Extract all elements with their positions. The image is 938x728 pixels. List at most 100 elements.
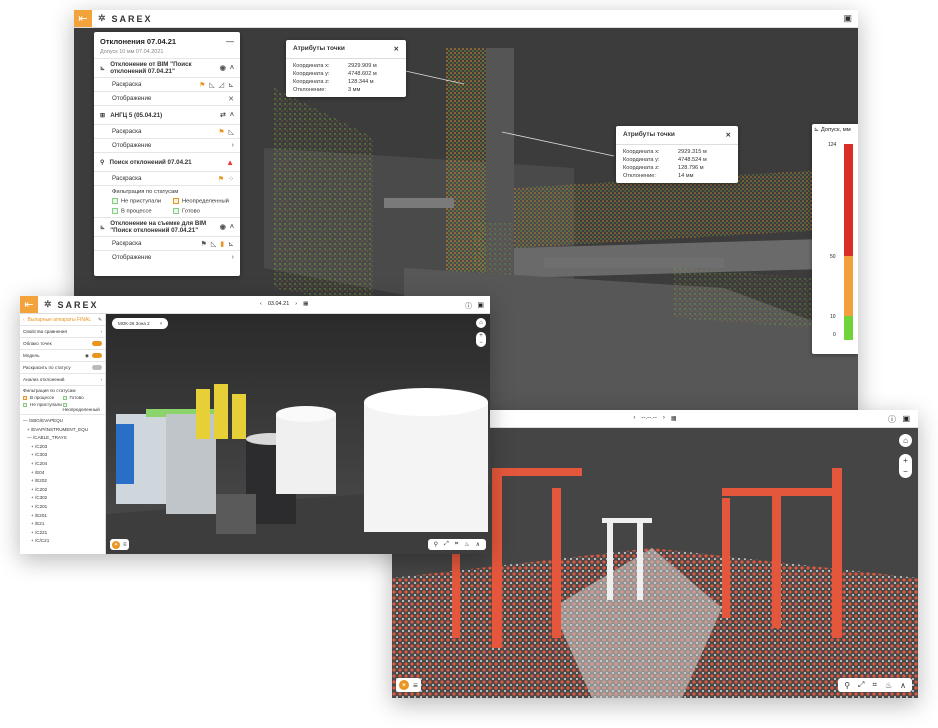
exit-button[interactable]: ⇤ [20, 296, 38, 313]
tree-item[interactable]: + /C303 [23, 451, 102, 460]
cluster-icon[interactable]: ⁘ [228, 175, 234, 183]
save-icon[interactable]: ▣ [843, 13, 852, 24]
close-icon[interactable]: ✕ [228, 95, 234, 103]
tree-item[interactable]: + /C203 [23, 443, 102, 452]
brush-icon[interactable]: ⚑ [218, 175, 224, 183]
crop-icon[interactable]: ⌗ [872, 680, 877, 690]
tree-item[interactable]: + /C/C21 [23, 537, 102, 546]
collapse-icon[interactable]: — [226, 37, 234, 55]
link-icon[interactable]: ⇄ [220, 111, 226, 119]
layer-row[interactable]: ⊾ Отклонение от BIM "Поиск отклонений 07.… [94, 58, 240, 77]
display-row[interactable]: Отображение › [94, 138, 240, 152]
tree-item[interactable]: — /SBG/EVAPEQU [23, 417, 102, 426]
model-row[interactable]: Модель ◉ [20, 349, 105, 361]
filter-undefined[interactable]: Неопределенный [173, 198, 234, 205]
tree-item[interactable]: + /E21 [23, 520, 102, 529]
coloring-row[interactable]: Раскраска ⚑ ◺ [94, 124, 240, 138]
crop-icon[interactable]: ⌗ [455, 541, 458, 548]
prev-icon[interactable]: ‹ [634, 415, 636, 422]
tree-item[interactable]: + /E04 [23, 469, 102, 478]
ruler-icon[interactable]: ⊾ [228, 81, 234, 89]
close-icon[interactable]: ✕ [394, 45, 399, 53]
exit-button[interactable]: ⇤ [74, 10, 92, 27]
home-button[interactable]: ⌂ [899, 434, 912, 447]
coloring-row[interactable]: Раскраска ⚑ ◺ ▮ ⊾ [94, 236, 240, 250]
layer-dropdown[interactable]: МОК-26 Зона 2 ˅ [112, 318, 169, 329]
save-icon[interactable]: ▣ [477, 301, 484, 309]
display-row[interactable]: Отображение ✕ [94, 91, 240, 105]
plant-scene[interactable]: МОК-26 Зона 2 ˅ ⌂ + − ⚲ ⤢ ⌗ ♨ ∧ ☀ ≡ [106, 314, 490, 554]
info-icon[interactable]: ⓘ [465, 301, 472, 311]
edit-icon[interactable]: ✎ [98, 317, 102, 323]
save-icon[interactable]: ▣ [902, 414, 910, 423]
filter-done[interactable]: Готово [173, 207, 234, 214]
brush-icon[interactable]: ⚑ [199, 81, 205, 89]
eye-icon[interactable]: ◉ [220, 64, 226, 72]
filter-not-started[interactable]: Не приступали [112, 198, 173, 205]
zoom-in-button[interactable]: + [903, 456, 908, 465]
status-color-toggle[interactable] [92, 365, 102, 370]
back-icon[interactable]: ‹ [23, 317, 25, 323]
layer-row[interactable]: ⊾ Отклонение на съемке для BIM "Поиск отк… [94, 217, 240, 236]
brush-icon[interactable]: ⚑ [218, 128, 224, 136]
pointcloud-row[interactable]: Облако точек [20, 337, 105, 349]
filter-in-progress[interactable]: В процессе [23, 395, 63, 400]
sun-icon[interactable]: ☀ [112, 540, 120, 549]
chevron-up-icon[interactable]: ˄ [230, 224, 234, 231]
date-nav[interactable]: ‹ 03.04.21 › ▦ [260, 301, 308, 307]
chevron-up-icon[interactable]: ˄ [230, 112, 234, 119]
fire-icon[interactable]: ♨ [464, 541, 469, 548]
zoom-out-button[interactable]: − [479, 340, 483, 346]
chevron-up-icon[interactable]: ˄ [230, 65, 234, 72]
next-icon[interactable]: › [663, 415, 665, 422]
measure-icon[interactable]: ⤢ [444, 541, 449, 548]
settings-row[interactable]: Свойства сравнения › [20, 325, 105, 337]
chevron-right-icon[interactable]: › [232, 142, 234, 149]
fire-icon[interactable]: ♨ [885, 681, 892, 690]
layer-row[interactable]: ⚲ Поиск отклонений 07.04.21 ▲ [94, 152, 240, 171]
tree-item[interactable]: + /C202 [23, 486, 102, 495]
tree-item[interactable]: + /E202 [23, 477, 102, 486]
filter-done[interactable]: Готово [62, 395, 103, 400]
zoom-out-button[interactable]: − [903, 467, 908, 476]
close-icon[interactable]: ✕ [726, 131, 731, 139]
brush-icon[interactable]: ⚑ [201, 240, 207, 248]
home-button[interactable]: ⌂ [476, 318, 486, 328]
info-icon[interactable]: ⓘ [888, 414, 896, 425]
filter-in-progress[interactable]: В процессе [112, 207, 173, 214]
coloring-row[interactable]: Раскраска ⚑ ◺ ◿ ⊾ [94, 77, 240, 91]
prev-icon[interactable]: ‹ [260, 301, 262, 307]
filter-undefined[interactable]: Неопределенный [62, 402, 103, 412]
coloring-row[interactable]: Раскраска ⚑ ⁘ [94, 171, 240, 185]
date-nav[interactable]: ‹ --.--.-- › ▦ [634, 415, 677, 422]
angle-icon[interactable]: ∧ [900, 681, 906, 690]
pointcloud-toggle[interactable] [92, 341, 102, 346]
diagram-icon[interactable]: ◺ [209, 81, 214, 89]
tree-item[interactable]: + /C201 [23, 503, 102, 512]
eye-icon[interactable]: ◉ [85, 353, 89, 359]
status-color-row[interactable]: Раскрасить по статусу [20, 361, 105, 373]
calendar-icon[interactable]: ▦ [303, 301, 308, 307]
deviation-row[interactable]: Анализ отклонений › [20, 373, 105, 385]
tree-item[interactable]: + /C302 [23, 494, 102, 503]
bars-icon[interactable]: ▮ [220, 240, 224, 248]
measure-icon[interactable]: ⤢ [858, 680, 864, 690]
pin-icon[interactable]: ⚲ [434, 541, 438, 548]
pin-icon[interactable]: ⚲ [844, 681, 850, 690]
ruler-icon[interactable]: ⊾ [228, 240, 234, 248]
tree-item[interactable]: + /C221 [23, 529, 102, 538]
tree-item[interactable]: + /EVAP/INSTRUMENT_EQU [23, 426, 102, 435]
zoom-in-button[interactable]: + [479, 333, 483, 339]
next-icon[interactable]: › [295, 301, 297, 307]
angle-icon[interactable]: ∧ [476, 541, 480, 548]
display-row[interactable]: Отображение › [94, 250, 240, 264]
eye-icon[interactable]: ◉ [220, 223, 226, 231]
tree-item[interactable]: + /E201 [23, 512, 102, 521]
sun-icon[interactable]: ☀ [399, 680, 409, 690]
diagram-icon[interactable]: ◺ [229, 128, 234, 136]
layer-row[interactable]: ⊞ АНГЦ 5 (05.04.21) ⇄ ˄ [94, 105, 240, 124]
chevron-right-icon[interactable]: › [232, 254, 234, 261]
tree-item[interactable]: — /CABLE_TRAYS [23, 434, 102, 443]
gradient-icon[interactable]: ◿ [219, 81, 224, 89]
tree-item[interactable]: + /C204 [23, 460, 102, 469]
